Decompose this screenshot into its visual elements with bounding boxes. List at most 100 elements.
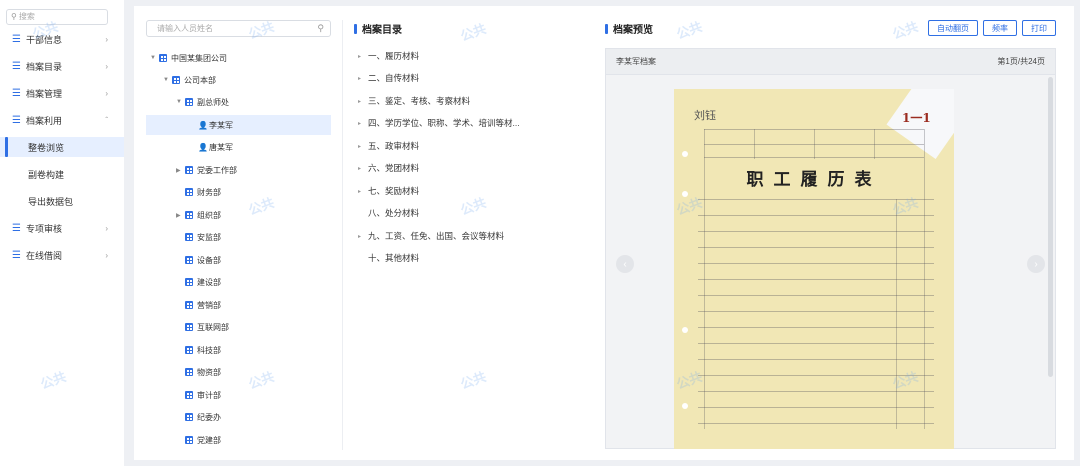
tree-node-group[interactable]: ▼ 中国某集团公司 [150, 48, 227, 68]
next-page-button[interactable]: › [1027, 255, 1045, 273]
menu-item-online-borrow[interactable]: ☰ 在线借阅 › [0, 245, 124, 265]
tree-node-dept[interactable]: 党建部 [185, 430, 221, 450]
caret-right-icon[interactable]: ▸ [358, 233, 368, 240]
menu-item-special-audit[interactable]: ☰ 专项审核 › [0, 218, 124, 238]
auto-page-button[interactable]: 自动翻页 [928, 20, 978, 36]
chevron-up-icon: ˆ [105, 115, 108, 125]
tree-node-label: 科技部 [197, 345, 221, 355]
menu-item-archive-use[interactable]: ☰ 档案利用 ˆ [0, 110, 124, 130]
list-icon: ☰ [12, 222, 21, 234]
sub-item-label: 副卷构建 [28, 169, 65, 180]
caret-right-icon[interactable]: ▸ [358, 188, 368, 195]
tree-node-deputy-office[interactable]: ▼ 副总师处 [176, 92, 229, 112]
tree-node-label: 营销部 [197, 300, 221, 310]
sidebar-search-placeholder: 搜索 [18, 12, 35, 21]
catalog-item-label: 六、党团材料 [368, 163, 420, 173]
tree-node-label: 中国某集团公司 [171, 53, 227, 63]
menu-item-archive-catalog[interactable]: ☰ 档案目录 › [0, 56, 124, 76]
catalog-item[interactable]: ▸ 二、自传材料 [358, 68, 419, 88]
tree-node-dept[interactable]: 纪委办 [185, 407, 221, 427]
caret-down-icon[interactable]: ▼ [176, 99, 185, 105]
tree-node-dept[interactable]: 设备部 [185, 250, 221, 270]
catalog-item[interactable]: ▸ 五、政审材料 [358, 136, 419, 156]
sub-item-secondary-build[interactable]: 副卷构建 [0, 164, 124, 184]
catalog-item-label: 一、履历材料 [368, 51, 420, 61]
menu-item-label: 档案管理 [26, 88, 63, 99]
catalog-title: 档案目录 [354, 21, 402, 36]
chevron-right-icon: › [105, 88, 108, 98]
sidebar-search-input[interactable]: ⚲ 搜索 [6, 9, 108, 25]
caret-right-icon[interactable]: ▸ [358, 75, 368, 82]
building-icon [172, 76, 180, 84]
caret-right-icon[interactable]: ▸ [358, 53, 368, 60]
building-icon [185, 233, 193, 241]
list-icon: ☰ [12, 60, 21, 72]
tree-node-label: 互联网部 [197, 322, 229, 332]
tree-node-dept[interactable]: ▶ 组织部 [176, 205, 221, 225]
menu-item-label: 档案目录 [26, 61, 63, 72]
menu-item-cadre-info[interactable]: ☰ 干部信息 › [0, 29, 124, 49]
sub-item-label: 整卷浏览 [28, 142, 65, 153]
tree-node-label: 党委工作部 [197, 165, 237, 175]
tree-node-dept[interactable]: 物资部 [185, 362, 221, 382]
tree-node-dept[interactable]: 财务部 [185, 182, 221, 202]
page-indicator: 第1页/共24页 [997, 57, 1045, 66]
catalog-item-label: 二、自传材料 [368, 73, 420, 83]
red-ink-mark: 1一1 [902, 111, 931, 125]
catalog-item-label: 三、鉴定、考核、考察材料 [368, 96, 471, 106]
caret-right-icon[interactable]: ▸ [358, 143, 368, 150]
tree-node-person-li[interactable]: 👤 李某军 [146, 115, 331, 135]
building-icon [185, 256, 193, 264]
title-accent-bar [605, 23, 608, 34]
main-panel: 请输入人员姓名 ⚲ ▼ 中国某集团公司 ▼ 公司本部 ▼ 副总师处 👤 李某军 … [134, 6, 1074, 460]
sub-item-full-browse[interactable]: 整卷浏览 [0, 137, 124, 157]
catalog-item[interactable]: 十、其他材料 [358, 248, 419, 268]
print-button[interactable]: 打印 [1022, 20, 1056, 36]
user-icon: 👤 [198, 142, 208, 152]
tree-node-label: 组织部 [197, 210, 221, 220]
catalog-item[interactable]: 八、处分材料 [358, 203, 419, 223]
tree-node-label: 副总师处 [197, 97, 229, 107]
tree-node-dept[interactable]: 建设部 [185, 272, 221, 292]
prev-page-button[interactable]: ‹ [616, 255, 634, 273]
tree-node-person-tang[interactable]: 👤 唐某军 [198, 137, 233, 157]
viewer-header: 李某军档案 第1页/共24页 [606, 49, 1055, 75]
caret-right-icon[interactable]: ▶ [176, 167, 185, 174]
caret-right-icon[interactable]: ▸ [358, 165, 368, 172]
catalog-item[interactable]: ▸ 九、工资、任免、出国、会议等材料 [358, 226, 504, 246]
tree-node-dept[interactable]: 安监部 [185, 227, 221, 247]
catalog-item[interactable]: ▸ 六、党团材料 [358, 158, 419, 178]
list-icon: ☰ [12, 87, 21, 99]
viewer-scrollbar[interactable] [1048, 77, 1053, 377]
catalog-item[interactable]: ▸ 三、鉴定、考核、考察材料 [358, 91, 470, 111]
sidebar: ⚲ 搜索 ☰ 干部信息 › ☰ 档案目录 › ☰ 档案管理 › ☰ 档案利用 ˆ… [0, 0, 124, 466]
menu-item-archive-manage[interactable]: ☰ 档案管理 › [0, 83, 124, 103]
tree-node-dept[interactable]: 审计部 [185, 385, 221, 405]
chevron-right-icon: › [105, 223, 108, 233]
search-icon[interactable]: ⚲ [317, 21, 324, 36]
document-name: 李某军档案 [616, 57, 656, 66]
building-icon [159, 54, 167, 62]
building-icon [185, 188, 193, 196]
person-search-input[interactable]: 请输入人员姓名 ⚲ [146, 20, 331, 37]
catalog-item[interactable]: ▸ 一、履历材料 [358, 46, 419, 66]
catalog-item[interactable]: ▸ 四、学历学位、职称、学术、培训等材... [358, 113, 520, 133]
tree-node-dept[interactable]: ▶ 党委工作部 [176, 160, 237, 180]
building-icon [185, 323, 193, 331]
tree-node-hq[interactable]: ▼ 公司本部 [163, 70, 216, 90]
catalog-item-label: 八、处分材料 [368, 208, 420, 218]
caret-right-icon[interactable]: ▸ [358, 98, 368, 105]
tree-node-dept[interactable]: 营销部 [185, 295, 221, 315]
tree-node-dept[interactable]: 互联网部 [185, 317, 229, 337]
sub-item-export-package[interactable]: 导出数据包 [0, 191, 124, 211]
frequency-button[interactable]: 频率 [983, 20, 1017, 36]
tree-node-label: 李某军 [209, 120, 233, 130]
caret-down-icon[interactable]: ▼ [163, 77, 172, 83]
tree-node-dept[interactable]: 科技部 [185, 340, 221, 360]
caret-right-icon[interactable]: ▸ [358, 120, 368, 127]
catalog-item[interactable]: ▸ 七、奖励材料 [358, 181, 419, 201]
caret-right-icon[interactable]: ▶ [176, 212, 185, 219]
caret-down-icon[interactable]: ▼ [150, 55, 159, 61]
building-icon [185, 368, 193, 376]
tree-node-label: 纪委办 [197, 412, 221, 422]
